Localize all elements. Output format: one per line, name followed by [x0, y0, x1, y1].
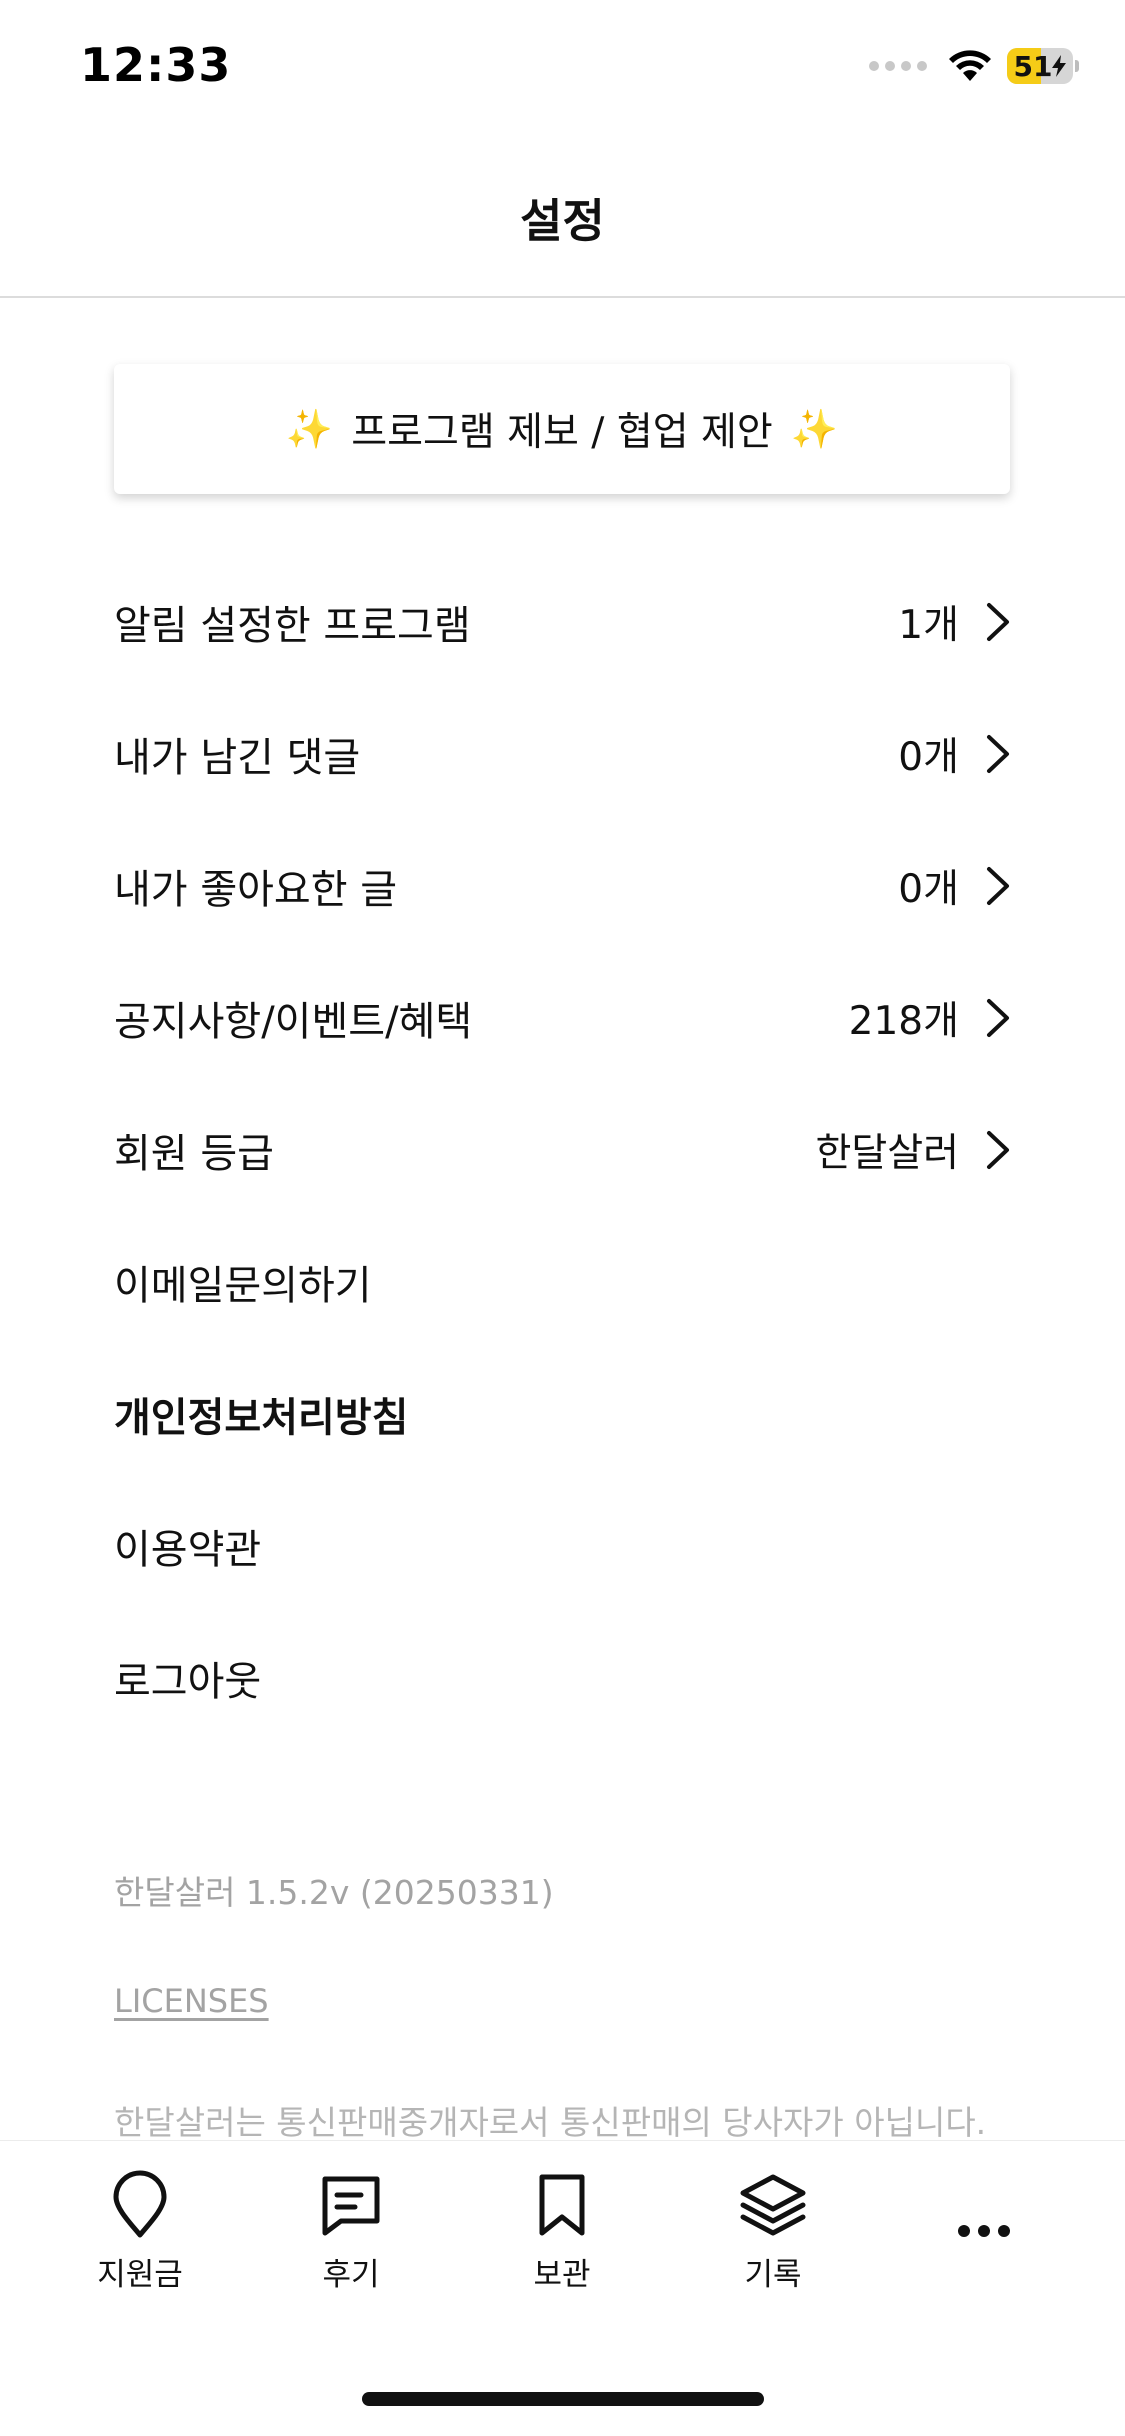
bookmark-icon [539, 2174, 585, 2236]
tab-reviews[interactable]: 후기 [261, 2169, 441, 2294]
chevron-right-icon [987, 999, 1009, 1037]
menu-item-label: 이메일문의하기 [114, 1263, 372, 1309]
menu-item-count: 0개 [898, 867, 959, 912]
status-bar: 12:33 51 [0, 0, 1125, 140]
home-indicator[interactable] [362, 2392, 764, 2406]
tab-label: 보관 [533, 2257, 591, 2293]
program-suggest-button[interactable]: ✨ 프로그램 제보 / 협업 제안 ✨ [114, 364, 1010, 494]
navigation-header: 설정 [0, 140, 1125, 298]
menu-item-label: 회원 등급 [114, 1131, 274, 1177]
settings-menu-list: 알림 설정한 프로그램 1개 내가 남긴 댓글 0개 내가 좋아요한 글 0개 … [114, 556, 1011, 1744]
layers-icon [740, 2174, 806, 2236]
menu-item-label: 이용약관 [114, 1527, 262, 1573]
charging-bolt-icon [1052, 55, 1067, 77]
menu-item-member-grade[interactable]: 회원 등급 한달살러 [114, 1084, 1011, 1216]
chevron-right-icon [987, 1131, 1009, 1169]
menu-item-my-comments[interactable]: 내가 남긴 댓글 0개 [114, 688, 1011, 820]
tab-label: 기록 [744, 2257, 802, 2293]
menu-item-count: 1개 [898, 603, 959, 648]
wifi-icon [949, 50, 991, 81]
member-grade-value: 한달살러 [815, 1131, 959, 1176]
sparkles-icon: ✨ [285, 406, 334, 451]
tab-label: 후기 [322, 2257, 380, 2293]
chevron-right-icon [987, 603, 1009, 641]
battery-cap [1075, 60, 1079, 72]
cellular-signal-icon [869, 61, 927, 71]
chevron-right-icon [987, 735, 1009, 773]
battery-icon: 51 [1007, 48, 1073, 84]
menu-item-email-inquiry[interactable]: 이메일문의하기 [114, 1216, 1011, 1348]
tab-label: 지원금 [97, 2257, 183, 2293]
tab-more[interactable] [894, 2195, 1074, 2275]
menu-item-liked-posts[interactable]: 내가 좋아요한 글 0개 [114, 820, 1011, 952]
sparkles-icon: ✨ [790, 406, 839, 451]
menu-item-logout[interactable]: 로그아웃 [114, 1612, 1011, 1744]
menu-item-label: 개인정보처리방침 [114, 1395, 409, 1441]
menu-item-count: 0개 [898, 735, 959, 780]
disclaimer-text: 한달살러는 통신판매중개자로서 통신판매의 당사자가 아닙니다. [114, 2103, 987, 2142]
map-pin-icon [113, 2170, 167, 2238]
tab-subsidy[interactable]: 지원금 [50, 2169, 230, 2294]
more-horizontal-icon [958, 2225, 1010, 2237]
menu-item-label: 알림 설정한 프로그램 [114, 603, 471, 649]
message-square-icon [322, 2176, 380, 2236]
menu-item-alarm-programs[interactable]: 알림 설정한 프로그램 1개 [114, 556, 1011, 688]
program-suggest-label: 프로그램 제보 / 협업 제안 [351, 410, 773, 455]
status-time: 12:33 [80, 38, 232, 92]
menu-item-count: 218개 [848, 999, 959, 1044]
page-title: 설정 [520, 194, 605, 248]
menu-item-label: 로그아웃 [114, 1659, 262, 1705]
menu-item-privacy-policy[interactable]: 개인정보처리방침 [114, 1348, 1011, 1480]
app-version-text: 한달살러 1.5.2v (20250331) [114, 1873, 554, 1912]
menu-item-terms-of-use[interactable]: 이용약관 [114, 1480, 1011, 1612]
menu-item-notices-events[interactable]: 공지사항/이벤트/혜택 218개 [114, 952, 1011, 1084]
menu-item-label: 내가 좋아요한 글 [114, 867, 398, 913]
battery-percentage: 51 [1013, 49, 1053, 83]
tab-records[interactable]: 기록 [683, 2169, 863, 2294]
licenses-link[interactable]: LICENSES [114, 1982, 269, 2020]
status-indicators: 51 [869, 48, 1079, 84]
menu-item-label: 공지사항/이벤트/혜택 [114, 999, 473, 1045]
tab-saved[interactable]: 보관 [472, 2169, 652, 2294]
chevron-right-icon [987, 867, 1009, 905]
settings-screen: 12:33 51 설정 ✨ 프로그램 제보 / 협업 제안 ✨ 알림 설정한 프… [0, 0, 1125, 2436]
menu-item-label: 내가 남긴 댓글 [114, 735, 361, 781]
